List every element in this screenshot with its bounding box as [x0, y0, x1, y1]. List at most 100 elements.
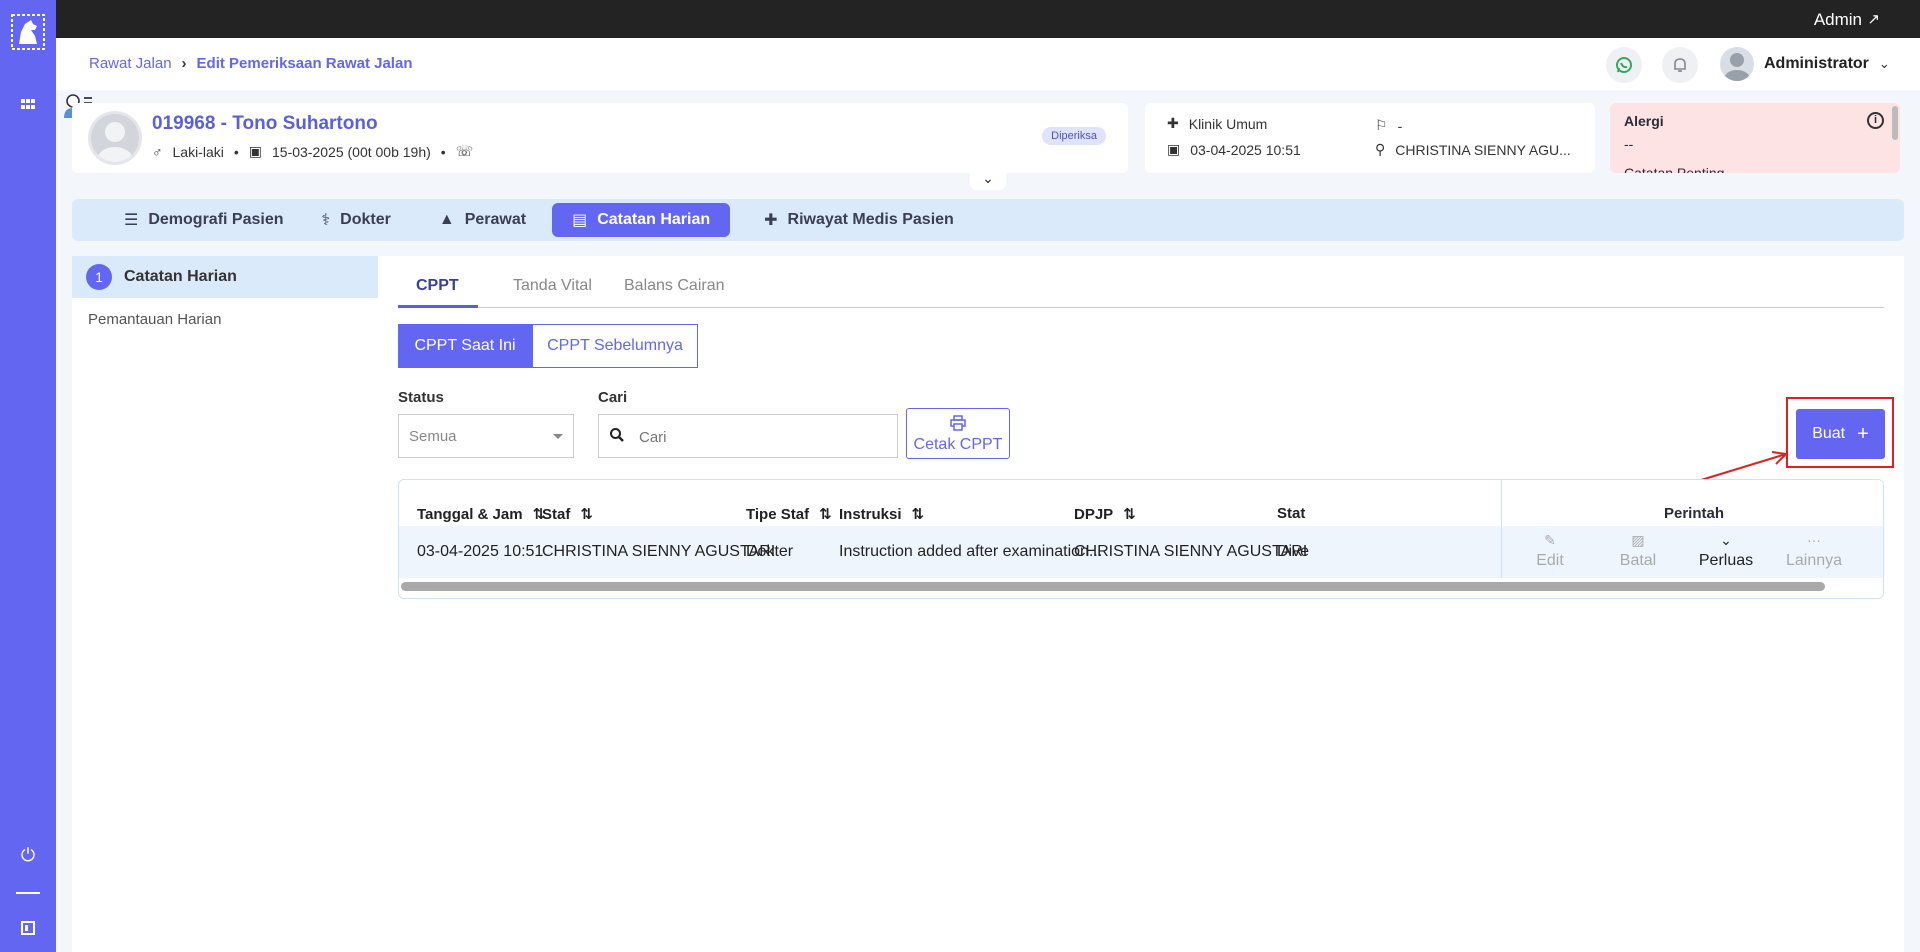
- subtab-balans-cairan[interactable]: Balans Cairan: [624, 277, 725, 295]
- actions-row: ✎ Edit ▨ Batal ⌄ Perluas ··· Lainnya: [1502, 526, 1883, 578]
- tab-perawat[interactable]: ▲ Perawat: [417, 203, 552, 237]
- demography-icon: ☰: [124, 212, 139, 229]
- sort-icon[interactable]: ⇅: [580, 505, 593, 523]
- chevron-right-icon: ›: [181, 55, 187, 72]
- chevron-down-icon: ⌄: [1720, 532, 1732, 548]
- search-label: Cari: [598, 389, 628, 406]
- tab-label: Perawat: [464, 211, 527, 228]
- sidebar: ⏻: [0, 0, 56, 952]
- apps-grid-icon[interactable]: [18, 96, 38, 116]
- header-label: Instruksi: [839, 505, 902, 523]
- column-header-perintah: Perintah: [1663, 505, 1724, 522]
- main-tab-bar: ☰ Demografi Pasien ⚕ Dokter ▲ Perawat ▤ …: [72, 199, 1904, 241]
- document-cancel-icon: ▨: [1631, 532, 1645, 548]
- user-name: Administrator: [1764, 55, 1869, 72]
- toggle-cppt-sebelumnya[interactable]: CPPT Sebelumnya: [532, 324, 698, 368]
- cell-instruction: Instruction added after examination...: [839, 543, 1103, 560]
- tab-demografi-pasien[interactable]: ☰ Demografi Pasien: [104, 203, 304, 237]
- sort-icon[interactable]: ⇅: [819, 505, 832, 523]
- edit-action[interactable]: ✎ Edit: [1506, 532, 1594, 570]
- sort-icon[interactable]: ⇅: [912, 505, 925, 523]
- status-value: Semua: [409, 428, 457, 445]
- male-icon: ♂: [152, 143, 163, 160]
- print-cppt-button[interactable]: Cetak CPPT: [906, 408, 1010, 459]
- power-icon[interactable]: ⏻: [18, 845, 38, 865]
- allergy-card: Alergi -- Catatan Penting i: [1610, 103, 1900, 173]
- cell-datetime: 03-04-2025 10:51: [417, 543, 544, 560]
- action-label: Lainnya: [1785, 552, 1843, 569]
- visit-info-card: ✚ Klinik Umum ▣ 03-04-2025 10:51 ⚐ - ⚲ C…: [1145, 103, 1595, 173]
- phone-icon[interactable]: ☏: [456, 143, 474, 160]
- tab-dokter[interactable]: ⚕ Dokter: [304, 203, 417, 237]
- cancel-action[interactable]: ▨ Batal: [1594, 532, 1682, 570]
- chevron-down-icon: ⌄: [1878, 56, 1890, 71]
- expand-action[interactable]: ⌄ Perluas: [1682, 532, 1770, 570]
- external-link-icon[interactable]: ↗: [1867, 10, 1880, 28]
- app-logo-icon[interactable]: [11, 14, 45, 50]
- panel-icon[interactable]: [18, 920, 38, 940]
- column-header-tipe-staf[interactable]: Tipe Staf ⇅: [746, 505, 832, 524]
- collapse-chevron-icon[interactable]: ⌄: [970, 170, 1006, 190]
- action-label: Perluas: [1698, 552, 1754, 569]
- top-bar: Admin ↗: [0, 0, 1920, 38]
- active-tab-indicator: [398, 305, 478, 308]
- sidebar-divider: [16, 892, 40, 894]
- info-icon[interactable]: i: [1867, 112, 1884, 129]
- search-box: [598, 414, 898, 458]
- tab-catatan-harian[interactable]: ▤ Catatan Harian: [552, 203, 731, 237]
- search-input[interactable]: [639, 425, 889, 449]
- sidebar-item-catatan-harian[interactable]: 1 Catatan Harian: [72, 256, 378, 298]
- calendar-icon: ▣: [248, 143, 262, 159]
- column-header-instruksi[interactable]: Instruksi ⇅: [839, 505, 925, 524]
- patient-avatar: [88, 111, 142, 165]
- admin-link[interactable]: Admin: [1814, 10, 1862, 30]
- sidebar-item-pemantauan-harian[interactable]: Pemantauan Harian: [88, 311, 221, 328]
- column-header-dpjp[interactable]: DPJP ⇅: [1074, 505, 1136, 524]
- sort-icon[interactable]: ⇅: [1123, 505, 1136, 523]
- column-header-datetime[interactable]: Tanggal & Jam ⇅: [417, 505, 545, 524]
- subtab-tanda-vital[interactable]: Tanda Vital: [513, 277, 592, 295]
- calendar-icon: ▣: [1167, 141, 1181, 157]
- pencil-icon: ✎: [1544, 532, 1556, 548]
- status-label: Status: [398, 389, 444, 406]
- patient-info: ♂ Laki-laki • ▣ 15-03-2025 (00t 00b 19h)…: [152, 143, 473, 160]
- tab-riwayat-medis[interactable]: ✚ Riwayat Medis Pasien: [730, 203, 974, 237]
- visit-flag: -: [1397, 117, 1403, 134]
- cell-dpjp: CHRISTINA SIENNY AGUSTARI: [1074, 543, 1308, 560]
- user-menu[interactable]: Administrator ⌄: [1720, 47, 1890, 81]
- separator-dot: •: [440, 143, 446, 160]
- status-select[interactable]: Semua: [398, 414, 574, 458]
- separator-dot: •: [233, 143, 239, 160]
- breadcrumb-rawat-jalan[interactable]: Rawat Jalan: [89, 55, 172, 72]
- header-label: Stat: [1277, 505, 1306, 522]
- status-badge: Diperiksa: [1042, 127, 1106, 145]
- cppt-table: Tanggal & Jam ⇅ Staf ⇅ Tipe Staf ⇅ Instr…: [398, 479, 1884, 599]
- clipboard-icon: ▤: [572, 212, 588, 229]
- more-action[interactable]: ··· Lainnya: [1770, 532, 1858, 570]
- search-icon: [609, 427, 625, 448]
- whatsapp-icon[interactable]: [1606, 47, 1642, 83]
- flag-icon: ⚐: [1375, 117, 1388, 133]
- sub-tab-bar: CPPT Tanda Vital Balans Cairan: [398, 256, 1884, 308]
- header: Rawat Jalan › Edit Pemeriksaan Rawat Jal…: [56, 38, 1920, 90]
- subtab-cppt[interactable]: CPPT: [416, 277, 459, 295]
- tab-label: Demografi Pasien: [148, 211, 284, 228]
- scrollbar[interactable]: [1892, 106, 1898, 140]
- header-label: Tanggal & Jam: [417, 505, 523, 523]
- nurse-icon: ▲: [438, 211, 455, 228]
- tab-label: Catatan Harian: [597, 211, 711, 228]
- clinic-cross-icon: ✚: [1167, 115, 1179, 131]
- action-label: Edit: [1536, 552, 1564, 569]
- bell-icon[interactable]: [1662, 47, 1698, 83]
- toggle-cppt-saat-ini[interactable]: CPPT Saat Ini: [398, 324, 532, 368]
- visit-doctor: CHRISTINA SIENNY AGU...: [1395, 141, 1571, 158]
- avatar: [1720, 47, 1754, 81]
- column-header-status[interactable]: Stat: [1277, 505, 1305, 522]
- column-header-staf[interactable]: Staf ⇅: [542, 505, 593, 524]
- action-label: Batal: [1619, 552, 1657, 569]
- step-number: 1: [86, 264, 112, 290]
- horizontal-scrollbar[interactable]: [401, 582, 1825, 591]
- sidebar-item-label: Catatan Harian: [124, 268, 237, 285]
- annotation-arrow: [1687, 451, 1787, 485]
- left-panel: 1 Catatan Harian Pemantauan Harian: [72, 256, 378, 952]
